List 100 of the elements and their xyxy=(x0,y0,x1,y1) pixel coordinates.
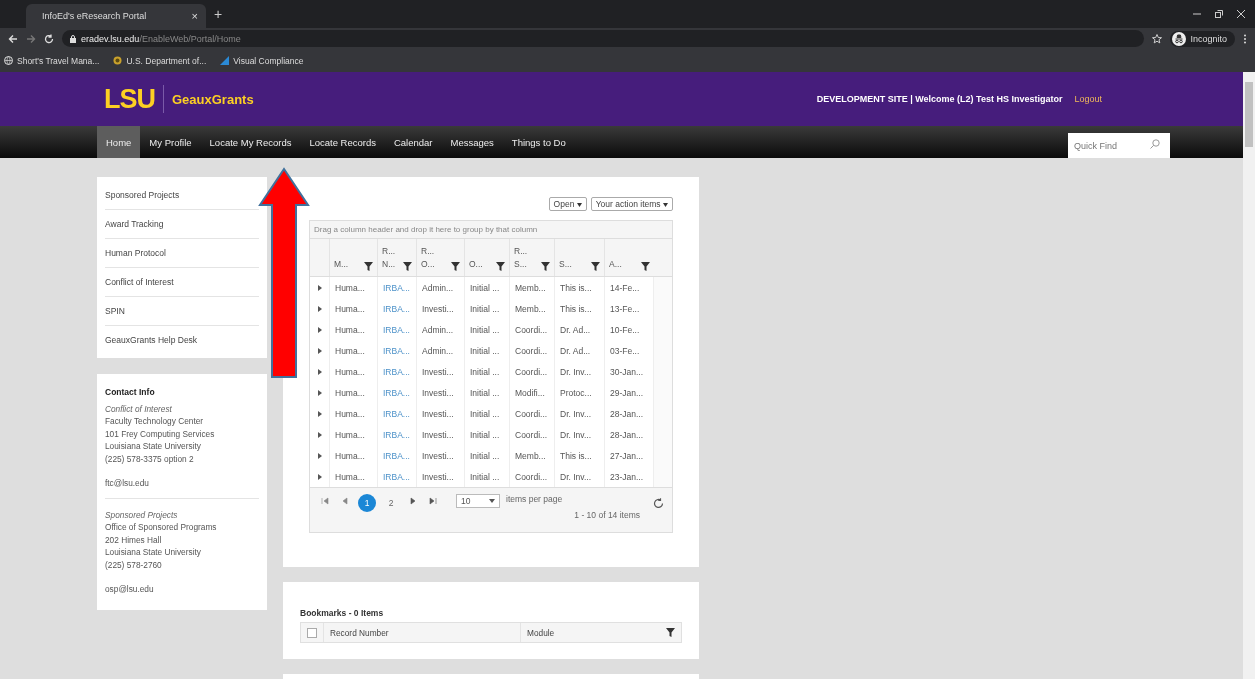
bookmark-link[interactable]: Visual Compliance xyxy=(220,55,304,66)
tab-close-button[interactable]: × xyxy=(191,10,198,22)
expand-icon[interactable] xyxy=(317,326,322,333)
column-header[interactable]: O... xyxy=(464,239,509,276)
sidebar-item[interactable]: Human Protocol xyxy=(105,239,259,268)
column-header[interactable]: A... xyxy=(604,239,654,276)
bookmark-link[interactable]: Short's Travel Mana... xyxy=(4,55,100,66)
nav-item[interactable]: My Profile xyxy=(140,126,201,158)
table-cell: Protoc... xyxy=(554,382,604,403)
table-cell: Memb... xyxy=(509,445,554,466)
table-cell: Huma... xyxy=(329,424,377,445)
unit-name: Sponsored Projects xyxy=(105,508,179,521)
table-cell: Dr. Ad... xyxy=(554,340,604,361)
page-size-dropdown[interactable]: 10 xyxy=(456,494,500,508)
table-cell: Huma... xyxy=(329,319,377,340)
contact-line: (225) 578-2760 xyxy=(105,558,163,571)
triangle-icon xyxy=(220,56,230,65)
restore-icon[interactable] xyxy=(1215,10,1223,18)
table-cell: This is... xyxy=(554,445,604,466)
select-all-checkbox[interactable] xyxy=(307,627,317,638)
sidebar-item[interactable]: GeauxGrants Help Desk xyxy=(105,326,259,354)
sidebar-item[interactable]: Award Tracking xyxy=(105,210,259,239)
table-cell: This is... xyxy=(554,298,604,319)
filter-icon[interactable] xyxy=(364,262,373,271)
expand-icon[interactable] xyxy=(317,284,322,291)
expand-icon[interactable] xyxy=(317,452,322,459)
quick-find-field[interactable]: Quick Find xyxy=(1068,133,1170,158)
record-link[interactable]: IRBA... xyxy=(377,382,416,403)
column-header[interactable]: R... O... xyxy=(416,239,464,276)
caret-icon xyxy=(489,499,495,503)
new-tab-button[interactable]: + xyxy=(214,6,223,22)
table-cell: Huma... xyxy=(329,277,377,298)
table-cell: Investi... xyxy=(416,403,464,424)
bookmark-link[interactable]: U.S. Department of... xyxy=(113,55,207,66)
column-header[interactable]: R... S... xyxy=(509,239,554,276)
column-header[interactable]: M... xyxy=(329,239,377,276)
browser-tab[interactable]: InfoEd's eResearch Portal × xyxy=(26,4,206,28)
nav-item[interactable]: Messages xyxy=(441,126,503,158)
filter-icon[interactable] xyxy=(403,262,412,271)
page-button[interactable]: 1 xyxy=(358,494,376,512)
nav-item[interactable]: Things to Do xyxy=(502,126,575,158)
minimize-icon[interactable] xyxy=(1193,10,1201,18)
expand-icon[interactable] xyxy=(317,431,322,438)
star-icon[interactable] xyxy=(1152,33,1163,44)
filter-icon[interactable] xyxy=(541,262,550,271)
menu-icon[interactable] xyxy=(1243,33,1247,44)
filter-icon[interactable] xyxy=(451,262,460,271)
table-cell: Coordi... xyxy=(509,361,554,382)
filter-icon[interactable] xyxy=(591,262,600,271)
email-link[interactable]: ftc@lsu.edu xyxy=(105,477,259,499)
grid-scrollbar[interactable] xyxy=(653,277,672,487)
filter-dropdown[interactable]: Your action items xyxy=(590,197,673,211)
nav-item[interactable]: Locate My Records xyxy=(200,126,301,158)
record-link[interactable]: IRBA... xyxy=(377,445,416,466)
record-link[interactable]: IRBA... xyxy=(377,340,416,361)
record-link[interactable]: IRBA... xyxy=(377,319,416,340)
expand-icon[interactable] xyxy=(317,473,322,480)
nav-item[interactable]: Calendar xyxy=(384,126,442,158)
expand-icon[interactable] xyxy=(317,368,322,375)
contact-line: Louisiana State University xyxy=(105,440,202,453)
record-link[interactable]: IRBA... xyxy=(377,277,416,298)
page-forward-icon[interactable] xyxy=(426,494,440,508)
filter-icon[interactable] xyxy=(641,262,650,271)
filter-icon[interactable] xyxy=(496,262,505,271)
filter-icon[interactable] xyxy=(666,628,675,637)
record-link[interactable]: IRBA... xyxy=(377,403,416,424)
record-link[interactable]: IRBA... xyxy=(377,298,416,319)
reload-icon[interactable] xyxy=(44,33,54,44)
refresh-icon[interactable] xyxy=(653,498,664,509)
column-header[interactable]: Record Number xyxy=(323,623,520,642)
table-cell: Initial ... xyxy=(464,403,509,424)
contact-title: Contact Info xyxy=(105,386,156,399)
sidebar-item[interactable]: Conflict of Interest xyxy=(105,268,259,297)
expand-icon[interactable] xyxy=(317,389,322,396)
nav-item[interactable]: Home xyxy=(97,126,141,158)
close-icon[interactable] xyxy=(1237,10,1245,18)
page-button[interactable]: 2 xyxy=(382,494,400,512)
address-bar[interactable]: eradev.lsu.edu/EnableWeb/Portal/Home xyxy=(62,30,1145,47)
page-size-label: items per page xyxy=(506,494,563,504)
incognito-badge[interactable]: Incognito xyxy=(1170,30,1235,47)
email-link[interactable]: osp@lsu.edu xyxy=(105,583,259,604)
column-header[interactable]: S... xyxy=(554,239,604,276)
sidebar-item[interactable]: Sponsored Projects xyxy=(105,181,259,210)
record-link[interactable]: IRBA... xyxy=(377,361,416,382)
expand-icon[interactable] xyxy=(317,410,322,417)
column-header[interactable]: R... N... xyxy=(377,239,416,276)
table-cell: Memb... xyxy=(509,298,554,319)
nav-item[interactable]: Locate Records xyxy=(300,126,385,158)
filter-dropdown[interactable]: Open xyxy=(548,197,587,211)
logout-link[interactable]: Logout xyxy=(1074,94,1102,104)
sidebar-item[interactable]: SPIN xyxy=(105,297,259,326)
caret-icon xyxy=(663,203,668,207)
expand-icon[interactable] xyxy=(317,347,322,354)
column-header[interactable]: Module xyxy=(520,623,681,642)
page-back-icon[interactable] xyxy=(318,494,332,508)
record-link[interactable]: IRBA... xyxy=(377,424,416,445)
back-icon[interactable] xyxy=(8,33,18,44)
expand-icon[interactable] xyxy=(317,305,322,312)
page-scrollbar[interactable] xyxy=(1243,72,1255,679)
forward-icon[interactable] xyxy=(26,33,36,44)
